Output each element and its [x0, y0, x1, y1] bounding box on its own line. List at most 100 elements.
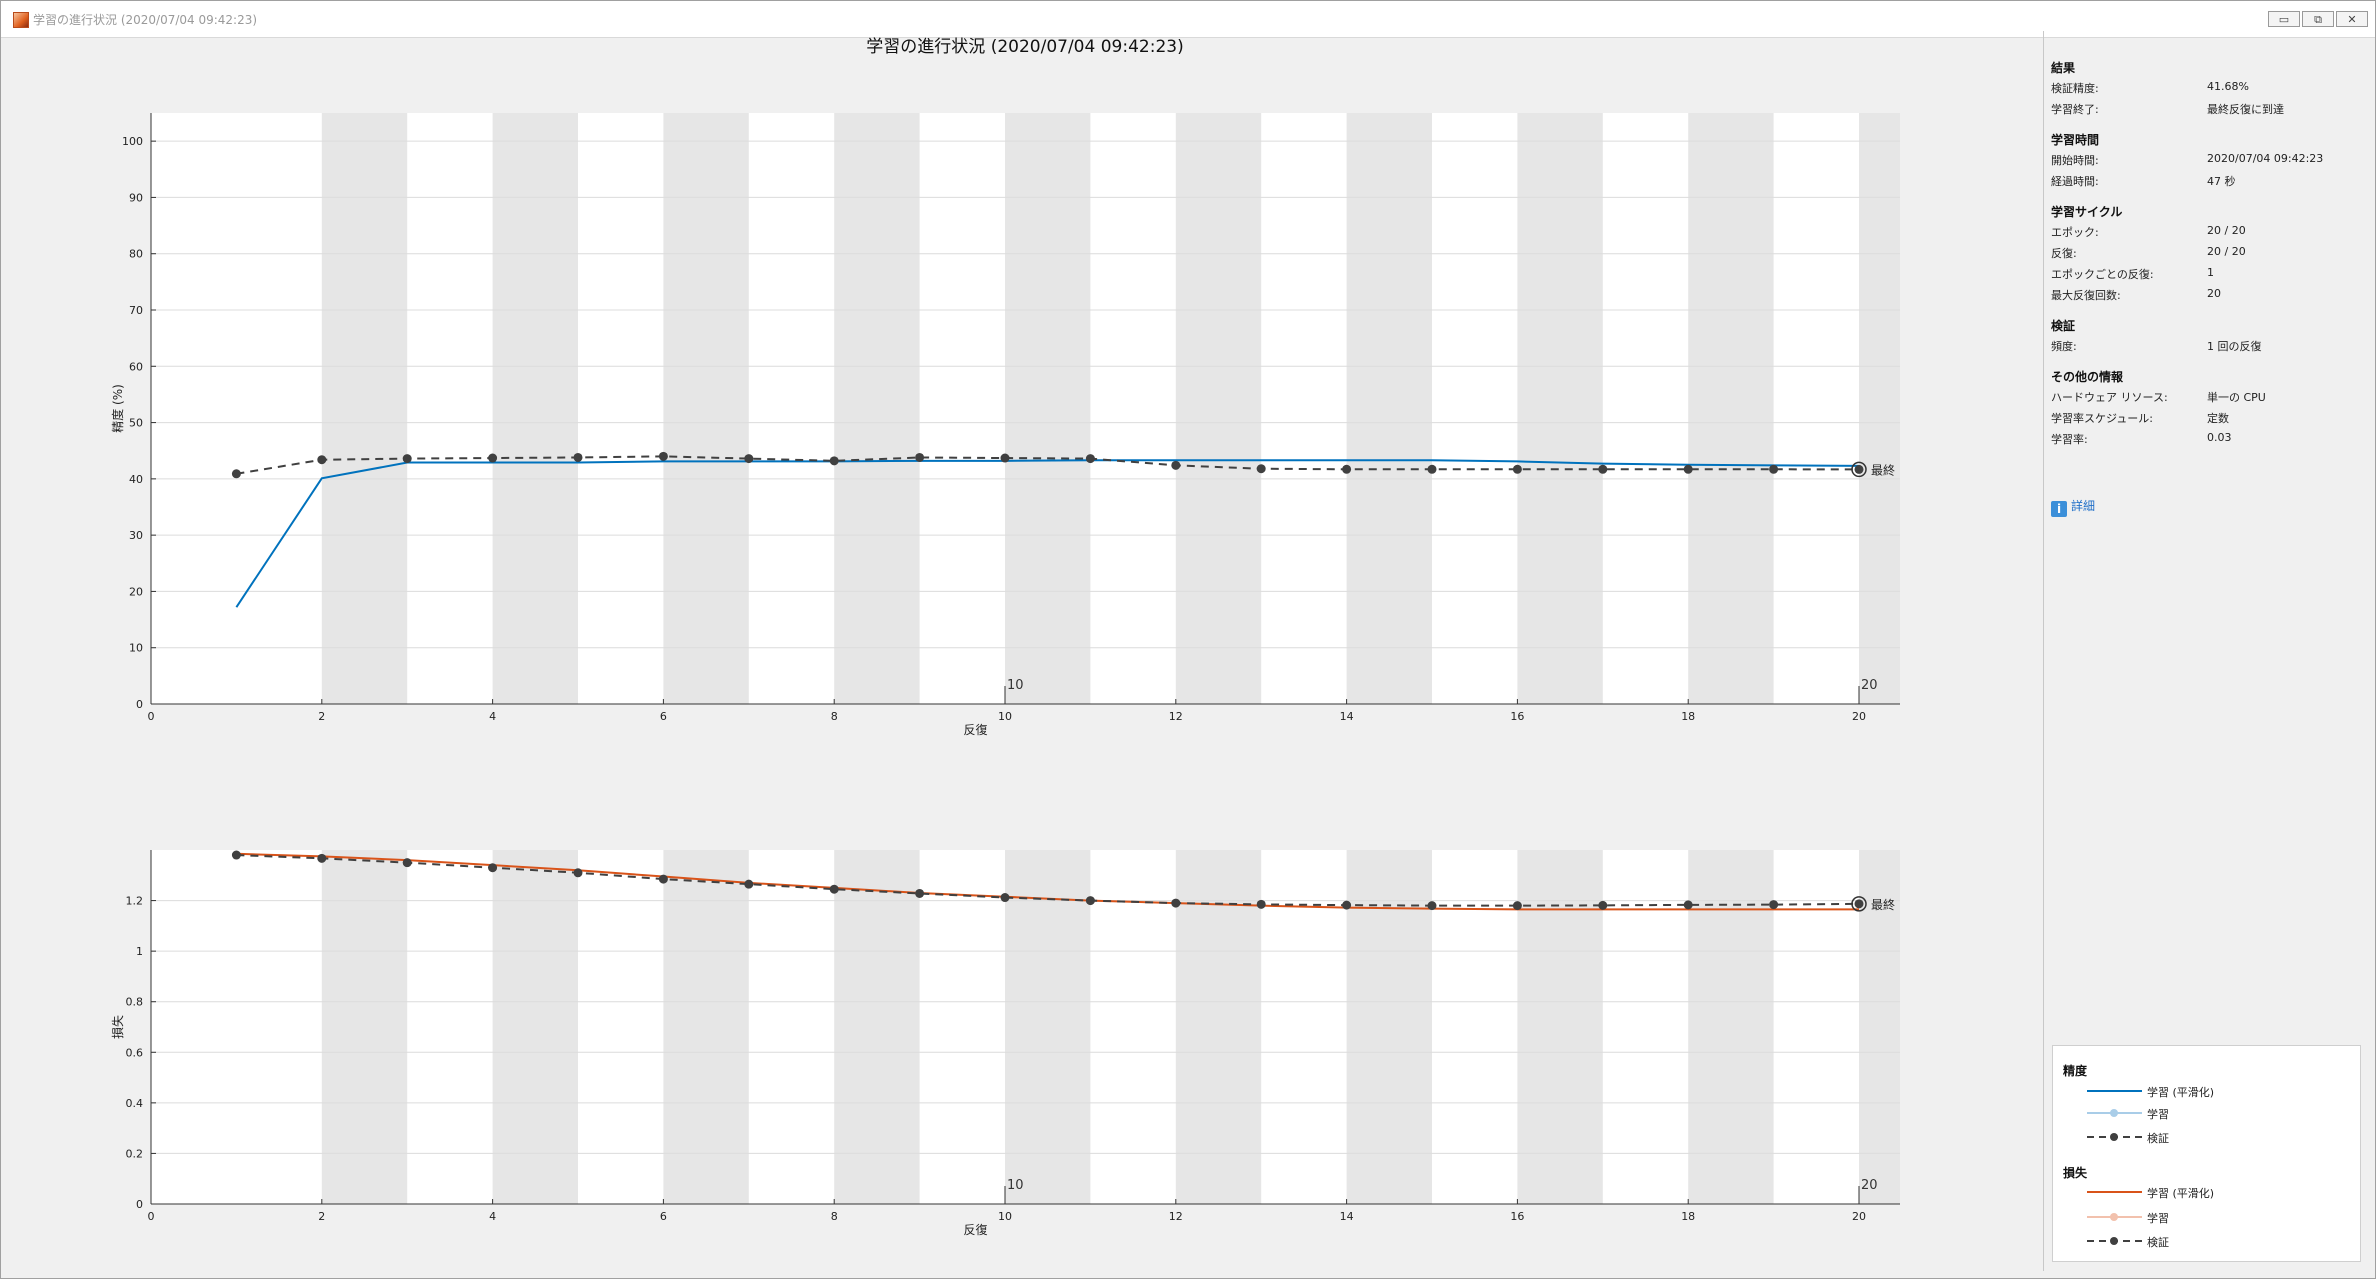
accuracy-ytick-label: 70: [129, 304, 143, 317]
loss-epoch-label: 20: [1861, 1178, 1878, 1193]
loss-validation-point: [744, 879, 754, 889]
accuracy-ytick-label: 20: [129, 585, 143, 598]
panel-row-value: 20: [2207, 287, 2221, 300]
loss-xtick-label: 10: [998, 1210, 1012, 1223]
accuracy-epoch-band: [663, 113, 749, 704]
loss-validation-point: [402, 858, 412, 868]
accuracy-validation-point: [1000, 453, 1010, 463]
loss-validation-point: [1000, 893, 1010, 903]
legend-accuracy-train-marker: [2110, 1109, 2118, 1117]
panel-row-value: 47 秒: [2207, 175, 2236, 188]
loss-epoch-band: [834, 850, 920, 1204]
legend-accuracy-title: 精度: [2063, 1064, 2088, 1078]
loss-ytick-label: 0.4: [126, 1097, 144, 1110]
restore-button[interactable]: ⧉: [2302, 11, 2334, 27]
loss-xtick-label: 4: [489, 1210, 496, 1223]
loss-epoch-band: [492, 850, 578, 1204]
accuracy-xtick-label: 16: [1510, 710, 1524, 723]
loss-validation-point: [1854, 899, 1864, 909]
accuracy-ytick-label: 90: [129, 191, 143, 204]
accuracy-epoch-label: 10: [1007, 678, 1024, 693]
loss-epoch-band: [663, 850, 749, 1204]
panel-row-label: エポックごとの反復:: [2051, 268, 2154, 281]
panel-section-title: その他の情報: [2051, 370, 2124, 384]
accuracy-validation-point: [658, 451, 668, 461]
legend: 精度 学習 (平滑化) 学習 検証 損失 学習 (平滑化) 学習 検証: [2052, 1045, 2361, 1262]
panel-row-value: 単一の CPU: [2207, 391, 2266, 404]
loss-validation-point: [317, 853, 327, 863]
panel-section-title: 結果: [2051, 61, 2076, 75]
loss-xtick-label: 8: [831, 1210, 838, 1223]
loss-epoch-label: 10: [1007, 1178, 1024, 1193]
panel-section-title: 学習サイクル: [2051, 205, 2123, 219]
loss-ytick-label: 1.2: [126, 895, 144, 908]
loss-ytick-label: 1: [136, 945, 143, 958]
panel-row-label: 頻度:: [2051, 340, 2077, 353]
minimize-button[interactable]: ▭: [2268, 11, 2300, 27]
accuracy-xtick-label: 2: [318, 710, 325, 723]
panel-row-value: 20 / 20: [2207, 245, 2246, 258]
panel-row-label: 学習率スケジュール:: [2051, 412, 2153, 425]
accuracy-epoch-band: [321, 113, 408, 704]
accuracy-xtick-label: 12: [1169, 710, 1183, 723]
details-link[interactable]: i 詳細: [2051, 497, 2095, 517]
panel-row-value: 定数: [2207, 412, 2229, 425]
details-label: 詳細: [2071, 499, 2096, 513]
loss-xtick-label: 12: [1169, 1210, 1183, 1223]
loss-validation-point: [573, 868, 583, 878]
loss-validation-point: [658, 874, 668, 884]
loss-ytick-label: 0.8: [126, 996, 144, 1009]
panel-row-label: ハードウェア リソース:: [2051, 391, 2168, 404]
panel-section-title: 検証: [2051, 319, 2076, 333]
accuracy-validation-point: [1769, 464, 1779, 474]
loss-validation-point: [1171, 898, 1181, 908]
legend-loss-title: 損失: [2063, 1166, 2088, 1180]
loss-validation-point: [915, 888, 925, 898]
accuracy-ytick-label: 50: [129, 417, 143, 430]
accuracy-validation-point: [1598, 464, 1608, 474]
loss-xtick-label: 14: [1340, 1210, 1354, 1223]
loss-xtick-label: 6: [660, 1210, 667, 1223]
loss-xtick-label: 18: [1681, 1210, 1695, 1223]
accuracy-ytick-label: 60: [129, 360, 143, 373]
loss-xtick-label: 0: [148, 1210, 155, 1223]
legend-loss-train-label: 学習: [2147, 1212, 2169, 1225]
accuracy-validation-point: [573, 452, 583, 462]
loss-ytick-label: 0.6: [126, 1046, 144, 1059]
panel-row-value: 最終反復に到達: [2207, 103, 2284, 116]
accuracy-xtick-label: 18: [1681, 710, 1695, 723]
panel-row-label: 開始時間:: [2051, 154, 2099, 167]
loss-validation-point: [231, 850, 241, 860]
loss-validation-point: [1342, 900, 1352, 910]
accuracy-final-label: 最終: [1871, 462, 1895, 477]
panel-row-value: 20 / 20: [2207, 224, 2246, 237]
loss-validation-point: [1683, 900, 1693, 910]
info-icon: i: [2051, 501, 2067, 517]
accuracy-xtick-label: 10: [998, 710, 1012, 723]
panel-row-label: 経過時間:: [2051, 175, 2099, 188]
loss-epoch-band: [321, 850, 408, 1204]
accuracy-ytick-label: 100: [122, 135, 143, 148]
loss-epoch-band: [1005, 850, 1091, 1204]
accuracy-chart: 0 10 20 30 40 50 60 70 80 90 100 0 2 4 6 8 10 12 14 16 18 20 1…: [110, 113, 1900, 737]
accuracy-epoch-band: [834, 113, 920, 704]
accuracy-validation-point: [1171, 460, 1181, 470]
legend-loss-validation-marker: [2110, 1237, 2118, 1245]
accuracy-validation-point: [402, 454, 412, 464]
panel-row-label: 学習率:: [2051, 433, 2088, 446]
close-button[interactable]: ✕: [2336, 11, 2368, 27]
training-plots: 01020304050607080901000 2 4 6 8 10 12 14 16 18 201…: [110, 113, 1900, 1237]
panel-row-label: 反復:: [2051, 247, 2077, 260]
loss-final-label: 最終: [1871, 897, 1895, 912]
loss-validation-point: [829, 884, 839, 894]
loss-validation-point: [488, 863, 498, 873]
accuracy-xtick-label: 14: [1340, 710, 1354, 723]
accuracy-ytick-label: 40: [129, 473, 143, 486]
accuracy-validation-point: [1854, 464, 1864, 474]
accuracy-validation-point: [488, 453, 498, 463]
accuracy-epoch-band: [1517, 113, 1603, 704]
panel-row-value: 2020/07/04 09:42:23: [2207, 152, 2324, 165]
loss-xtick-label: 16: [1510, 1210, 1524, 1223]
legend-accuracy-validation-label: 検証: [2147, 1132, 2169, 1145]
legend-accuracy-smoothed-label: 学習 (平滑化): [2147, 1086, 2215, 1099]
